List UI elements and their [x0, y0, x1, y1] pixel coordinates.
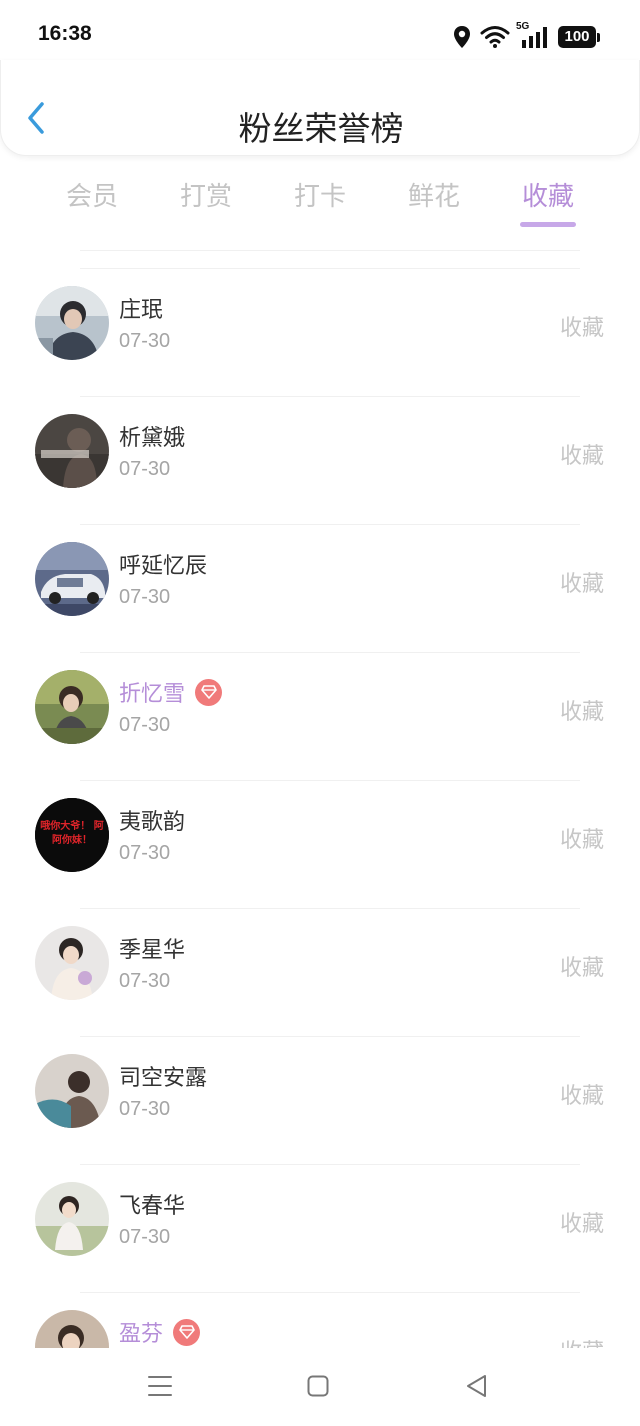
favorite-label: 收藏: [559, 700, 604, 725]
fan-name: 析黛娥: [119, 426, 186, 451]
fan-name: 司空安露: [119, 1066, 208, 1091]
tab-active-indicator: [520, 222, 576, 227]
tab-members[interactable]: 会员: [37, 176, 147, 213]
diamond-icon: [173, 1318, 201, 1346]
list-item[interactable]: 季星华 07-30 收藏: [0, 908, 640, 1036]
menu-button[interactable]: [140, 1372, 180, 1404]
battery-icon: 100: [558, 26, 600, 48]
list-item[interactable]: 呼延忆辰 07-30 收藏: [0, 524, 640, 652]
avatar: [35, 542, 109, 616]
avatar: [35, 926, 109, 1000]
fan-date: 07-30: [119, 330, 171, 352]
fan-date: 07-30: [119, 714, 171, 736]
avatar: [35, 1310, 109, 1348]
avatar: [35, 1182, 109, 1256]
tab-bar: 会员 打赏 打卡 鲜花 收藏: [0, 168, 640, 238]
list-item[interactable]: 哦你大爷！ 阿阿你妹！ 夷歌韵 07-30 收藏: [0, 780, 640, 908]
avatar: [35, 1054, 109, 1128]
fan-name: 庄珉: [119, 298, 164, 323]
tab-favorites[interactable]: 收藏: [493, 176, 603, 213]
avatar: [35, 286, 109, 360]
fan-date: 07-30: [119, 970, 171, 992]
fan-name: 折忆雪: [119, 682, 186, 707]
favorite-label: 收藏: [559, 572, 604, 597]
fan-name: 呼延忆辰: [119, 554, 208, 579]
favorite-label: 收藏: [559, 444, 604, 469]
fan-date: 07-30: [119, 458, 171, 480]
diamond-icon: [195, 678, 223, 706]
home-button[interactable]: [298, 1372, 338, 1404]
favorite-label: 收藏: [560, 1334, 604, 1348]
system-nav-bar: [0, 1348, 640, 1426]
favorite-label: 收藏: [559, 828, 604, 853]
list-item[interactable]: 庄珉 07-30 收藏: [0, 268, 640, 396]
fan-date: 07-30: [119, 842, 171, 864]
avatar: [35, 414, 109, 488]
list-item[interactable]: 折忆雪 07-30 收藏: [0, 652, 640, 780]
avatar: [35, 670, 109, 744]
header: 粉丝荣誉榜: [0, 60, 640, 156]
fan-name: 盈芬: [119, 1322, 164, 1347]
fan-date: 07-30: [119, 1098, 171, 1120]
list-item[interactable]: 司空安露 07-30 收藏: [0, 1036, 640, 1164]
status-icons: 5G 100: [452, 21, 600, 52]
menu-icon: [148, 1375, 172, 1401]
battery-level: 100: [558, 26, 596, 48]
favorite-label: 收藏: [559, 316, 604, 341]
fan-name: 飞春华: [119, 1194, 186, 1219]
favorite-label: 收藏: [559, 1084, 604, 1109]
fan-name: 季星华: [119, 938, 186, 963]
tab-checkin[interactable]: 打卡: [265, 176, 375, 213]
fan-date: 07-30: [119, 586, 171, 608]
fan-list: 庄珉 07-30 收藏 析黛娥 07-30 收藏 呼延忆辰 07-30 收藏 折…: [0, 268, 640, 1348]
home-icon: [307, 1375, 329, 1401]
favorite-label: 收藏: [559, 956, 604, 981]
avatar: 哦你大爷！ 阿阿你妹！: [35, 798, 109, 872]
favorite-label: 收藏: [559, 1212, 604, 1237]
status-time: 16:38: [38, 22, 92, 45]
avatar-text: 哦你大爷！ 阿阿你妹！: [40, 821, 104, 846]
back-icon: [465, 1374, 487, 1402]
signal-icon: 5G: [516, 21, 550, 49]
back-nav-button[interactable]: [456, 1372, 496, 1404]
divider: [80, 250, 580, 251]
fan-date: 07-30: [119, 1226, 171, 1248]
fan-name: 夷歌韵: [119, 810, 186, 835]
tab-flowers[interactable]: 鲜花: [379, 176, 489, 213]
location-icon: [452, 25, 472, 49]
list-item[interactable]: 飞春华 07-30 收藏: [0, 1164, 640, 1292]
wifi-icon: [480, 25, 510, 49]
page-title: 粉丝荣誉榜: [238, 109, 404, 148]
tab-tips[interactable]: 打赏: [151, 176, 261, 213]
list-item[interactable]: 盈芬 07-30 收藏: [0, 1292, 640, 1348]
list-item[interactable]: 析黛娥 07-30 收藏: [0, 396, 640, 524]
network-type: 5G: [516, 21, 530, 32]
